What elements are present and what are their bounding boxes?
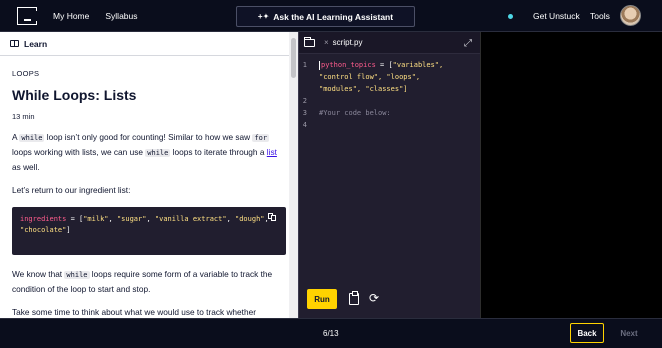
close-icon[interactable]: × — [324, 38, 329, 47]
lesson-progress[interactable]: 6/13 — [323, 329, 339, 338]
editor-tab-bar: × script.py ⤢ — [299, 32, 480, 54]
lesson-paragraph-4: Take some time to think about what we wo… — [12, 307, 256, 317]
learn-header-label: Learn — [24, 38, 48, 49]
codecademy-logo[interactable] — [17, 6, 38, 25]
code-line: 4 — [302, 121, 307, 129]
scroll-thumb[interactable] — [291, 38, 296, 78]
code-line: 2 — [302, 97, 307, 105]
lesson-eyebrow: LOOPS — [12, 69, 40, 78]
status-indicator — [508, 14, 513, 19]
tab-script-py[interactable]: × script.py — [324, 38, 362, 47]
refresh-icon[interactable]: ⟳ — [369, 291, 379, 305]
clipboard-icon[interactable] — [349, 291, 359, 305]
output-terminal[interactable] — [480, 32, 662, 318]
code-line: "control flow", "loops", — [319, 73, 421, 81]
folder-icon[interactable] — [304, 36, 315, 47]
expand-icon[interactable]: ⤢ — [464, 38, 472, 49]
ai-assistant-button[interactable]: +✦ Ask the AI Learning Assistant — [236, 6, 415, 27]
file-tab-label: script.py — [332, 38, 363, 47]
tools-button[interactable]: Tools — [590, 11, 610, 21]
learn-panel: Learn LOOPS While Loops: Lists 13 min A … — [0, 32, 298, 318]
nav-my-home[interactable]: My Home — [53, 11, 89, 21]
inline-code: while — [19, 134, 45, 142]
ai-assistant-label: Ask the AI Learning Assistant — [273, 11, 394, 22]
lesson-content: LOOPS While Loops: Lists 13 min A while … — [0, 69, 298, 318]
code-snippet: ingredients = ["milk", "sugar", "vanilla… — [12, 207, 286, 255]
learn-scrollbar[interactable] — [289, 32, 298, 318]
lesson-footer: 6/13 Back Next — [0, 318, 662, 348]
get-unstuck-button[interactable]: Get Unstuck — [533, 11, 580, 21]
copy-icon[interactable] — [268, 213, 276, 221]
lesson-duration: 13 min — [12, 112, 35, 121]
inline-code: while — [64, 271, 90, 279]
lesson-paragraph-2: Let’s return to our ingredient list: — [12, 185, 131, 195]
user-avatar[interactable] — [620, 5, 641, 26]
book-icon — [10, 40, 19, 47]
code-line: 3 #Your code below: — [302, 109, 391, 117]
lesson-title: While Loops: Lists — [12, 87, 137, 103]
code-line: 1 python_topics = ["variables", — [302, 60, 444, 70]
nav-syllabus[interactable]: Syllabus — [105, 11, 137, 21]
text-cursor — [319, 60, 320, 70]
next-button[interactable]: Next — [612, 324, 646, 342]
inline-code: for — [252, 134, 270, 142]
code-area[interactable]: 1 python_topics = ["variables", "control… — [299, 59, 480, 131]
sparkle-icon: +✦ — [257, 12, 270, 21]
run-button[interactable]: Run — [307, 289, 337, 309]
code-editor: × script.py ⤢ 1 python_topics = ["variab… — [298, 32, 480, 318]
learn-header: Learn — [0, 32, 298, 56]
code-line: "modules", "classes"] — [319, 85, 408, 93]
list-doc-link[interactable]: list — [267, 147, 277, 157]
inline-code: while — [145, 149, 171, 157]
back-button[interactable]: Back — [570, 323, 604, 343]
lesson-paragraph-1: A while loop isn’t only good for countin… — [12, 132, 277, 172]
lesson-paragraph-3: We know that while loops require some fo… — [12, 269, 273, 294]
